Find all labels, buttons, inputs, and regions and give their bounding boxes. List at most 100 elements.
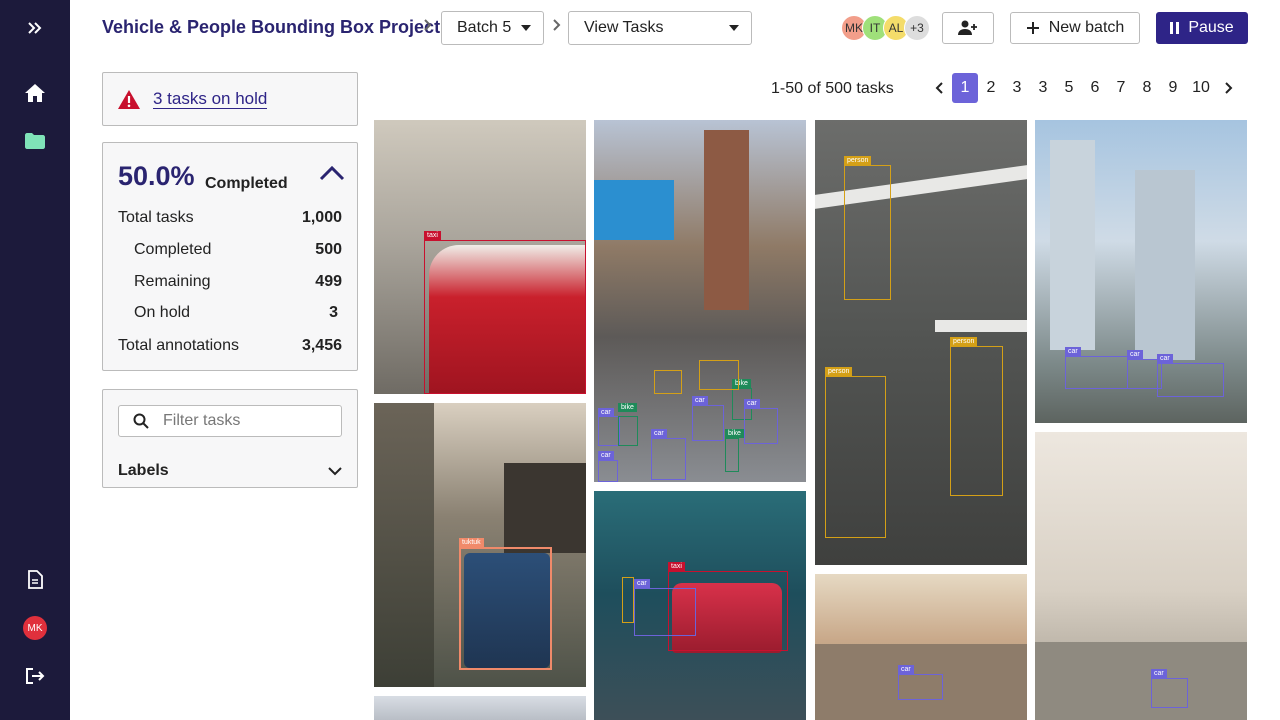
bounding-box[interactable] <box>622 577 634 623</box>
task-image-street[interactable]: car bike car car bike car bike car <box>594 120 806 482</box>
project-title[interactable]: Vehicle & People Bounding Box Project <box>102 17 440 38</box>
completion-percent: 50.0% <box>118 161 195 191</box>
logout-icon[interactable] <box>0 656 70 696</box>
batch-dropdown-label: Batch 5 <box>457 19 512 36</box>
stat-value: 3 <box>329 304 338 321</box>
stat-value: 500 <box>315 241 342 258</box>
bbox-label: car <box>744 399 760 408</box>
task-image-towers[interactable]: car car car <box>1035 120 1247 423</box>
bounding-box[interactable] <box>699 360 739 390</box>
bbox-label: person <box>844 156 872 165</box>
stat-value: 499 <box>315 273 342 290</box>
bounding-box[interactable] <box>459 547 552 670</box>
pagination-info: 1-50 of 500 tasks <box>771 80 894 97</box>
bounding-box[interactable] <box>654 370 682 394</box>
stat-label: Remaining <box>134 273 211 290</box>
task-image-tuktuk[interactable]: tuktuk <box>374 403 586 687</box>
bounding-box[interactable] <box>692 405 724 441</box>
search-icon <box>133 413 149 429</box>
bounding-box[interactable] <box>825 376 886 538</box>
page-button[interactable]: 3 <box>1030 73 1056 103</box>
bbox-label: person <box>825 367 853 376</box>
page-button[interactable]: 3 <box>1004 73 1030 103</box>
pagination: 1 2 3 3 5 6 7 8 9 10 <box>926 72 1242 104</box>
bounding-box[interactable] <box>744 408 778 444</box>
view-dropdown[interactable]: View Tasks <box>568 11 752 45</box>
plus-icon <box>1026 22 1039 34</box>
pause-label: Pause <box>1188 19 1234 36</box>
expand-icon[interactable] <box>0 8 70 48</box>
bbox-label: car <box>598 408 614 417</box>
labels-heading: Labels <box>118 462 169 479</box>
bounding-box[interactable] <box>651 438 686 480</box>
bbox-label: car <box>651 429 667 438</box>
bounding-box[interactable] <box>634 588 696 636</box>
task-image-night[interactable]: taxi car <box>594 491 806 720</box>
page-button[interactable]: 5 <box>1056 73 1082 103</box>
bounding-box[interactable] <box>898 674 943 700</box>
pause-icon <box>1170 22 1180 34</box>
prev-page-icon[interactable] <box>926 73 952 103</box>
bounding-box[interactable] <box>844 165 891 300</box>
stat-row-remaining: Remaining 499 <box>134 273 342 291</box>
page-button[interactable]: 8 <box>1134 73 1160 103</box>
document-icon[interactable] <box>0 560 70 600</box>
bounding-box[interactable] <box>1157 363 1224 397</box>
bounding-box[interactable] <box>424 240 586 394</box>
filter-tasks-input[interactable]: Filter tasks <box>118 405 342 437</box>
bbox-label: car <box>634 579 650 588</box>
top-bar: Vehicle & People Bounding Box Project Ba… <box>70 0 1280 56</box>
bounding-box[interactable] <box>950 346 1003 496</box>
labels-dropdown[interactable]: Labels <box>118 462 343 480</box>
bbox-label: person <box>950 337 978 346</box>
batch-dropdown[interactable]: Batch 5 <box>441 11 544 45</box>
stat-row-on-hold: On hold 3 <box>134 304 338 322</box>
filter-placeholder: Filter tasks <box>163 412 241 429</box>
page-button[interactable]: 6 <box>1082 73 1108 103</box>
bounding-box[interactable] <box>598 460 618 482</box>
filter-panel: Filter tasks Labels <box>102 389 358 488</box>
user-avatars[interactable]: MK IT AL +3 <box>841 15 930 41</box>
task-image-building[interactable]: car <box>815 574 1027 720</box>
user-avatar[interactable]: MK <box>0 608 70 648</box>
bbox-label: taxi <box>668 562 685 571</box>
add-user-icon <box>958 20 977 35</box>
bbox-label: car <box>1127 350 1143 359</box>
chevron-up-icon[interactable] <box>319 165 345 186</box>
bounding-box[interactable] <box>1151 678 1188 708</box>
new-batch-button[interactable]: New batch <box>1010 12 1140 44</box>
next-page-icon[interactable] <box>1216 73 1242 103</box>
page-button[interactable]: 1 <box>952 73 978 103</box>
tasks-on-hold-link[interactable]: 3 tasks on hold <box>153 89 268 109</box>
page-button[interactable]: 10 <box>1186 73 1216 103</box>
warning-icon <box>118 89 140 109</box>
bounding-box[interactable] <box>725 438 739 472</box>
bbox-label: bike <box>725 429 744 438</box>
pause-button[interactable]: Pause <box>1156 12 1248 44</box>
add-user-button[interactable] <box>942 12 994 44</box>
stat-row-completed: Completed 500 <box>134 241 342 259</box>
stat-label: Total annotations <box>118 337 239 354</box>
chevron-down-icon <box>328 467 342 476</box>
page-button[interactable]: 2 <box>978 73 1004 103</box>
bounding-box[interactable] <box>598 416 620 446</box>
caret-down-icon <box>521 25 531 31</box>
bbox-label: car <box>898 665 914 674</box>
folder-icon[interactable] <box>0 121 70 161</box>
on-hold-panel: 3 tasks on hold <box>102 72 358 126</box>
stat-row-total-tasks: Total tasks 1,000 <box>118 209 342 227</box>
task-image-crosswalk[interactable]: person person person <box>815 120 1027 565</box>
home-icon[interactable] <box>0 73 70 113</box>
task-image[interactable] <box>374 696 586 720</box>
new-batch-label: New batch <box>1048 19 1125 36</box>
task-image-taxi[interactable]: taxi <box>374 120 586 394</box>
stat-label: On hold <box>134 304 191 321</box>
task-image-road[interactable]: car <box>1035 432 1247 720</box>
stat-label: Total tasks <box>118 209 194 226</box>
page-button[interactable]: 9 <box>1160 73 1186 103</box>
page-button[interactable]: 7 <box>1108 73 1134 103</box>
bounding-box[interactable] <box>618 416 638 446</box>
bbox-label: taxi <box>424 231 441 240</box>
bounding-box[interactable] <box>1065 356 1128 389</box>
bbox-label: tuktuk <box>459 538 484 547</box>
